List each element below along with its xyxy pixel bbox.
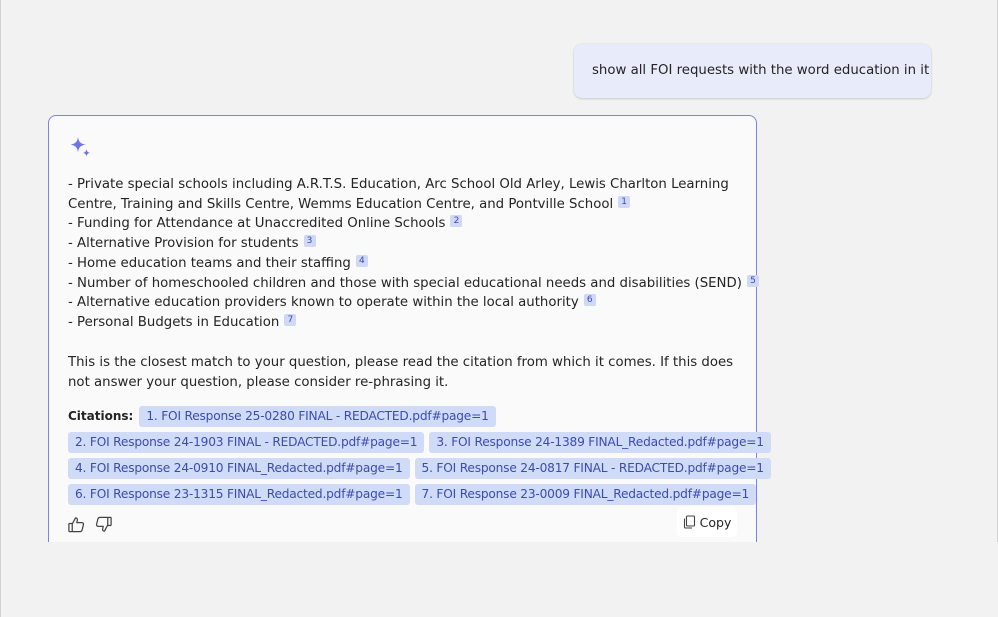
thumbs-down-icon[interactable] [94, 515, 113, 534]
citations-label: Citations: [68, 409, 134, 423]
answer-line: - Number of homeschooled children and th… [68, 274, 759, 294]
answer-line: - Alternative Provision for students 3 [68, 234, 738, 254]
copy-icon [683, 515, 695, 529]
citation-chip-2[interactable]: 2. FOI Response 24-1903 FINAL - REDACTED… [68, 431, 425, 453]
citation-marker[interactable]: 3 [303, 235, 316, 248]
answer-line: - Alternative education providers known … [68, 293, 738, 313]
citation-chip-4[interactable]: 4. FOI Response 24-0910 FINAL_Redacted.p… [68, 457, 410, 479]
closing-text: This is the closest match to your questi… [68, 355, 734, 390]
citation-marker[interactable]: 2 [450, 215, 463, 228]
answer-line: - Personal Budgets in Education 7 [68, 313, 738, 333]
thumbs-up-icon[interactable] [67, 515, 86, 534]
citation-chip-1[interactable]: 1. FOI Response 25-0280 FINAL - REDACTED… [139, 405, 496, 427]
citation-marker[interactable]: 6 [583, 294, 596, 307]
user-message-bubble: show all FOI requests with the word educ… [574, 44, 931, 98]
answer-line: - Private special schools including A.R.… [68, 177, 729, 212]
citation-marker[interactable]: 1 [618, 195, 631, 208]
answer-list: - Private special schools including A.R.… [68, 175, 759, 333]
sparkle-icon [70, 137, 91, 157]
answer-line: - Funding for Attendance at Unaccredited… [68, 214, 738, 234]
copy-button[interactable]: Copy [677, 507, 737, 537]
citation-chip-6[interactable]: 6. FOI Response 23-1315 FINAL_Redacted.p… [68, 483, 410, 505]
citation-chip-3[interactable]: 3. FOI Response 24-1389 FINAL_Redacted.p… [429, 431, 771, 453]
citation-chip-7[interactable]: 7. FOI Response 23-0009 FINAL_Redacted.p… [414, 483, 757, 505]
copy-button-label: Copy [699, 514, 732, 530]
viewport-bottom-fade [1, 542, 998, 617]
citation-chip-5[interactable]: 5. FOI Response 24-0817 FINAL - REDACTED… [414, 457, 771, 479]
citations-block: Citations: 1. FOI Response 25-0280 FINAL… [68, 405, 771, 509]
answer-line: - Home education teams and their staffin… [68, 254, 738, 274]
citation-marker[interactable]: 5 [746, 274, 759, 287]
citation-marker[interactable]: 4 [355, 254, 368, 267]
citation-marker[interactable]: 7 [284, 313, 297, 326]
assistant-message-card: - Private special schools including A.R.… [48, 115, 771, 555]
feedback-buttons [67, 515, 113, 534]
chat-window: show all FOI requests with the word educ… [0, 0, 998, 617]
